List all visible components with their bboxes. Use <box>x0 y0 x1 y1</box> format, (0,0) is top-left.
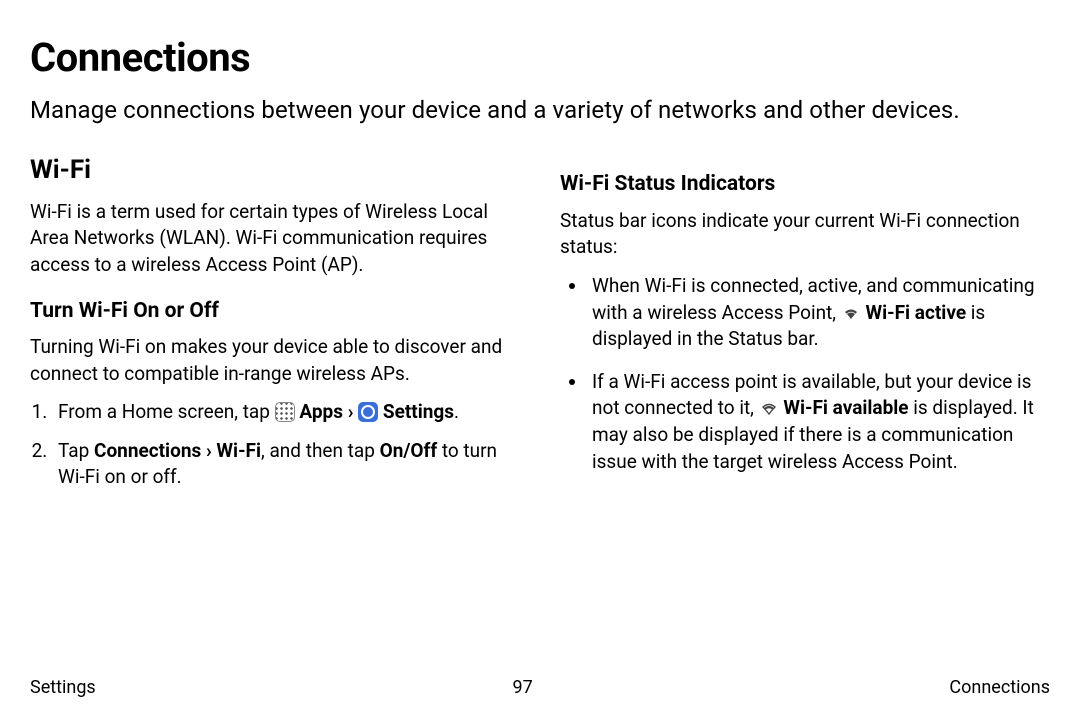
wifi-active-icon <box>841 303 861 323</box>
right-column: Wi-Fi Status Indicators Status bar icons… <box>560 152 1050 503</box>
footer-right: Connections <box>949 675 1050 700</box>
status-indicators-heading: Wi-Fi Status Indicators <box>560 170 1050 199</box>
apps-icon <box>275 402 295 422</box>
turn-wifi-heading: Turn Wi-Fi On or Off <box>30 297 520 326</box>
footer-page-number: 97 <box>512 675 532 700</box>
step-1-end: . <box>454 400 459 423</box>
wifi-available-icon <box>759 398 779 418</box>
step-1-text-pre: From a Home screen, tap <box>58 400 275 423</box>
settings-icon <box>358 402 378 422</box>
left-column: Wi-Fi Wi-Fi is a term used for certain t… <box>30 152 520 503</box>
content-columns: Wi-Fi Wi-Fi is a term used for certain t… <box>30 152 1050 503</box>
step-2-pre: Tap <box>58 439 94 462</box>
steps-list: From a Home screen, tap Apps › Settings.… <box>30 399 520 491</box>
step-2-bold2: On/Off <box>380 439 438 462</box>
page-intro: Manage connections between your device a… <box>30 94 1050 126</box>
turn-wifi-description: Turning Wi-Fi on makes your device able … <box>30 334 520 387</box>
step-2-mid: , and then tap <box>261 439 380 462</box>
status-item-active: When Wi-Fi is connected, active, and com… <box>588 273 1050 353</box>
settings-label: Settings <box>383 400 454 423</box>
step-2-bold1: Connections › Wi-Fi <box>94 439 261 462</box>
status-active-bold: Wi-Fi active <box>865 301 966 324</box>
page-footer: Settings 97 Connections <box>30 675 1050 700</box>
apps-label: Apps <box>299 400 343 423</box>
footer-left: Settings <box>30 675 96 700</box>
page-title: Connections <box>30 30 1050 86</box>
step-2: Tap Connections › Wi-Fi, and then tap On… <box>52 438 520 491</box>
wifi-description: Wi-Fi is a term used for certain types o… <box>30 199 520 279</box>
status-indicators-intro: Status bar icons indicate your current W… <box>560 208 1050 261</box>
status-item-available: If a Wi-Fi access point is available, bu… <box>588 369 1050 475</box>
chevron-icon: › <box>348 400 358 423</box>
status-list: When Wi-Fi is connected, active, and com… <box>560 273 1050 475</box>
status-avail-bold: Wi-Fi available <box>783 396 908 419</box>
wifi-heading: Wi-Fi <box>30 152 520 188</box>
step-1: From a Home screen, tap Apps › Settings. <box>52 399 520 426</box>
